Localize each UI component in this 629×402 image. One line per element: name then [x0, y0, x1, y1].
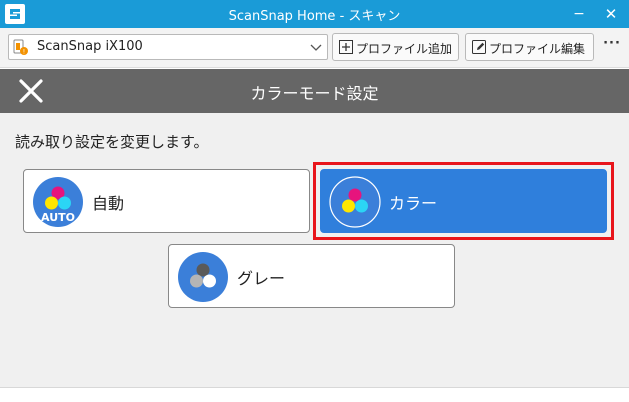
color-mode-button[interactable]: カラー — [320, 169, 607, 233]
auto-mode-button[interactable]: AUTO 自動 — [23, 169, 310, 233]
instruction-text: 読み取り設定を変更します。 — [15, 133, 209, 151]
auto-color-mode-icon: AUTO — [33, 177, 83, 227]
page-title: カラーモード設定 — [250, 84, 379, 103]
toolbar: ! ScanSnap iX100 プロファイル追加 プロファイル編集 ··· — [0, 28, 629, 68]
scanner-select[interactable]: ! ScanSnap iX100 — [8, 34, 328, 60]
edit-profile-button[interactable]: プロファイル編集 — [465, 33, 594, 61]
edit-icon — [472, 40, 486, 54]
minimize-button[interactable]: − — [566, 2, 592, 26]
color-mode-label: カラー — [389, 194, 438, 213]
title-bar: ScanSnap Home - スキャン − ✕ — [0, 0, 629, 28]
close-window-button[interactable]: ✕ — [598, 2, 624, 26]
chevron-down-icon — [310, 44, 322, 51]
add-profile-label: プロファイル追加 — [356, 42, 453, 56]
content-area: 読み取り設定を変更します。 AUTO 自動 カラー グレー — [0, 113, 629, 388]
edit-profile-label: プロファイル編集 — [489, 42, 586, 56]
color-mode-icon — [329, 176, 381, 228]
page-header: カラーモード設定 — [0, 69, 629, 113]
svg-text:!: ! — [23, 49, 25, 56]
scanner-icon: ! — [13, 39, 28, 56]
window-title: ScanSnap Home - スキャン — [228, 9, 401, 24]
auto-badge: AUTO — [41, 211, 75, 224]
more-options-button[interactable]: ··· — [601, 36, 623, 58]
add-profile-button[interactable]: プロファイル追加 — [332, 33, 459, 61]
footer-area — [0, 389, 629, 402]
gray-mode-button[interactable]: グレー — [168, 244, 455, 308]
gray-mode-label: グレー — [237, 269, 286, 288]
scanner-name: ScanSnap iX100 — [37, 39, 143, 54]
gray-mode-icon — [178, 252, 228, 302]
plus-square-icon — [339, 40, 353, 54]
auto-mode-label: 自動 — [92, 194, 125, 213]
